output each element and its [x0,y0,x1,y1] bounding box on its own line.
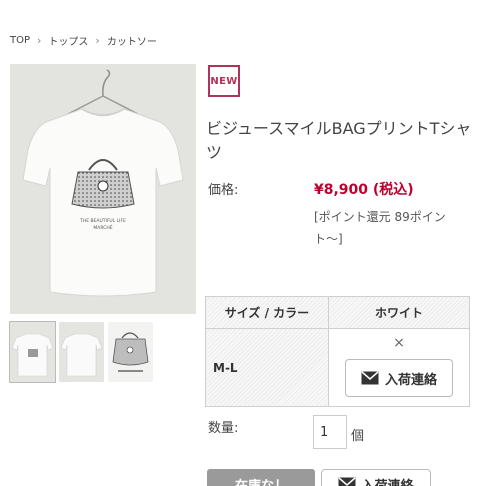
restock-notify-label-bottom: 入荷連絡 [361,478,414,486]
breadcrumb-item-top[interactable]: TOP [10,35,30,46]
restock-notify-button-bottom[interactable]: 入荷連絡 [321,469,431,486]
quantity-label: 数量: [208,421,239,436]
mail-icon [338,477,356,486]
breadcrumb: TOP › トップス › カットソー [10,33,157,48]
table-row: M-L × 入荷連絡 [205,328,470,407]
mail-icon [361,371,379,385]
breadcrumb-item-tops[interactable]: トップス [48,33,88,48]
size-label: M-L [205,328,329,407]
product-main-image[interactable]: THE BEAUTIFUL LIFE MARCHÉ [10,64,196,314]
quantity-input[interactable] [313,415,347,449]
size-color-table: サイズ / カラー ホワイト M-L × 入荷連絡 [205,296,470,407]
out-of-stock-button[interactable]: 在庫なし [207,469,315,486]
out-of-stock-mark: × [393,335,405,351]
price-value: ¥8,900 (税込) [314,182,414,198]
stock-cell: × 入荷連絡 [328,328,470,407]
product-title: ビジュースマイルBAGプリントTシャツ [206,119,472,162]
thumbnail-front[interactable] [9,321,56,383]
chevron-right-icon: › [95,34,100,47]
breadcrumb-item-cutsew[interactable]: カットソー [107,33,157,48]
table-header-size-color: サイズ / カラー [205,296,329,329]
thumbnail-list [9,321,153,383]
thumbnail-print-detail[interactable] [108,322,153,382]
points-info: [ポイント還元 89ポイント〜] [314,210,446,246]
svg-text:THE BEAUTIFUL LIFE: THE BEAUTIFUL LIFE [79,218,126,224]
restock-notify-button[interactable]: 入荷連絡 [345,359,453,397]
restock-notify-label: 入荷連絡 [384,372,437,388]
chevron-right-icon: › [37,34,42,47]
quantity-unit: 個 [351,429,365,444]
thumbnail-back[interactable] [59,322,104,382]
price-label: 価格: [208,183,239,198]
table-header-color-white: ホワイト [328,296,470,329]
new-badge: NEW [208,65,240,97]
